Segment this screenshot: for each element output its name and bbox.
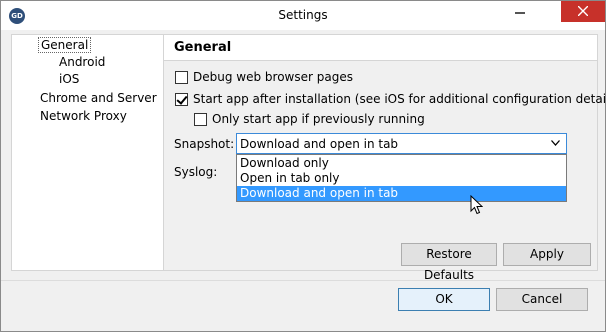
- debug-web-pages-checkbox[interactable]: [175, 70, 188, 84]
- minimize-button[interactable]: [505, 1, 535, 22]
- snapshot-label: Snapshot:: [174, 137, 235, 151]
- debug-web-pages-label: Debug web browser pages: [193, 70, 353, 84]
- panel-title: General: [174, 40, 232, 55]
- preferences-tree: General Android iOS Chrome and Server Ne…: [11, 34, 164, 271]
- title-bar[interactable]: GD Settings: [1, 1, 605, 30]
- only-start-checkbox[interactable]: [194, 112, 207, 126]
- mouse-cursor-icon: [470, 195, 483, 215]
- debug-web-pages-row[interactable]: Debug web browser pages: [175, 70, 353, 84]
- option-open-in-tab-only[interactable]: Open in tab only: [237, 171, 566, 186]
- general-panel: General Debug web browser pages Start ap…: [164, 34, 606, 282]
- option-download-and-open-in-tab[interactable]: Download and open in tab: [237, 186, 566, 201]
- option-download-only[interactable]: Download only: [237, 156, 566, 171]
- start-app-row[interactable]: Start app after installation (see iOS fo…: [175, 92, 606, 106]
- snapshot-select[interactable]: Download and open in tab: [236, 133, 567, 154]
- start-app-checkbox[interactable]: [175, 92, 188, 106]
- tree-item-network-proxy[interactable]: Network Proxy: [40, 109, 127, 123]
- apply-button[interactable]: Apply: [503, 243, 591, 266]
- settings-window: GD Settings General Android iOS Chrome a…: [0, 0, 606, 332]
- close-button[interactable]: [561, 1, 605, 22]
- only-start-row[interactable]: Only start app if previously running: [194, 112, 425, 126]
- panel-header: General: [164, 35, 597, 61]
- chevron-down-icon: [551, 140, 560, 146]
- tree-item-ios[interactable]: iOS: [59, 72, 79, 86]
- snapshot-select-value: Download and open in tab: [240, 137, 399, 151]
- start-app-label: Start app after installation (see iOS fo…: [193, 92, 606, 106]
- tree-item-general[interactable]: General: [38, 37, 92, 53]
- restore-defaults-button[interactable]: Restore Defaults: [401, 243, 497, 282]
- footer-separator: [1, 280, 605, 281]
- cancel-button[interactable]: Cancel: [496, 288, 588, 311]
- syslog-label: Syslog:: [174, 165, 218, 179]
- close-icon: [578, 6, 588, 16]
- tree-item-android[interactable]: Android: [59, 55, 105, 69]
- ok-button[interactable]: OK: [398, 288, 490, 311]
- only-start-label: Only start app if previously running: [212, 112, 425, 126]
- tree-item-chrome-and-server[interactable]: Chrome and Server: [40, 91, 157, 105]
- snapshot-dropdown-list: Download only Open in tab only Download …: [236, 154, 567, 202]
